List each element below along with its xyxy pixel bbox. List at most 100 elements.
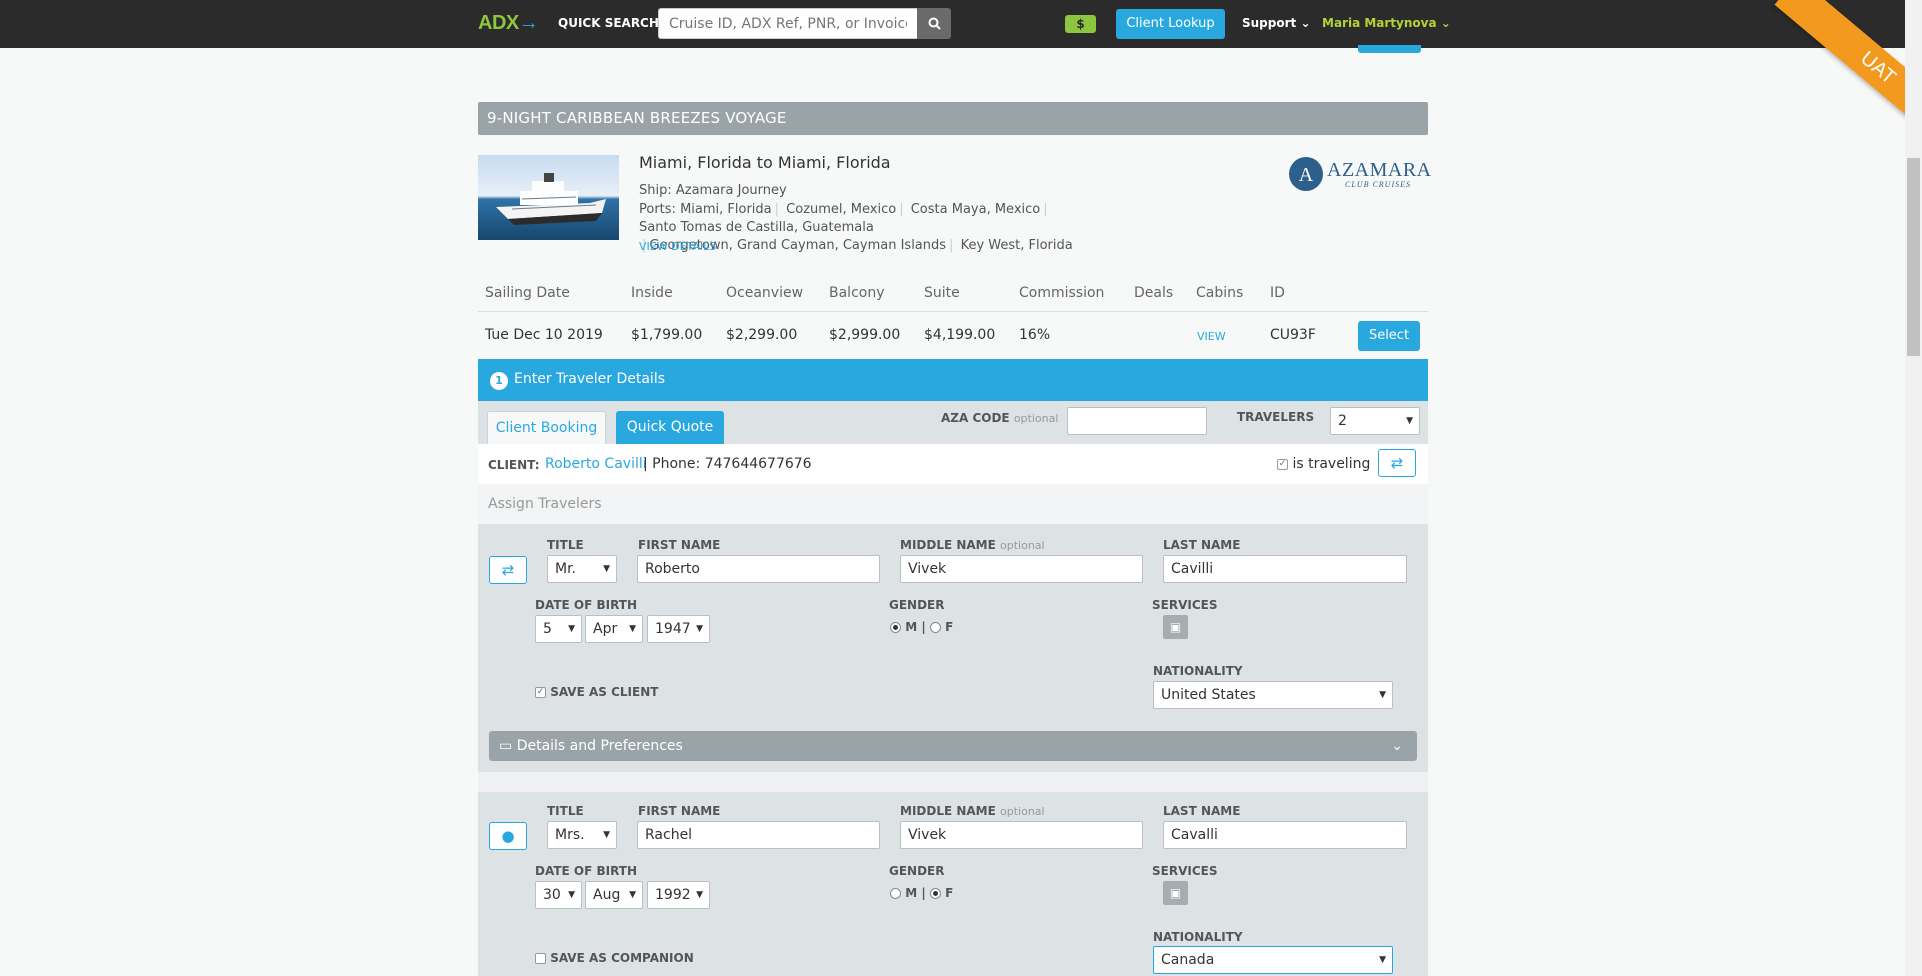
gender-f-radio[interactable] (929, 622, 941, 633)
last-name-label: LAST NAME (1163, 804, 1241, 818)
column-header: Suite (924, 285, 960, 301)
dob-year-select[interactable]: 1992 ▼ (647, 881, 710, 909)
adx-logo[interactable]: ADX→ (478, 12, 539, 35)
dob-day-select[interactable]: 5 ▼ (535, 615, 582, 643)
traveler-separator (478, 772, 1428, 792)
search-icon (928, 17, 941, 30)
uat-label: UAT (1774, 0, 1905, 159)
tab-client-booking[interactable]: Client Booking (487, 411, 606, 444)
middle-name-label: MIDDLE NAME optional (900, 804, 1045, 818)
title-select[interactable]: Mr. ▼ (547, 555, 617, 583)
gender-f-radio[interactable] (929, 888, 941, 899)
client-label: CLIENT: (488, 458, 540, 472)
cabins-view-link[interactable]: VIEW (1197, 330, 1226, 343)
swap-client-button[interactable]: ⇄ (1378, 449, 1416, 477)
briefcase-icon: ▣ (1169, 620, 1182, 634)
last-name-input[interactable]: Cavilli (1163, 555, 1407, 583)
travelers-label: TRAVELERS (1237, 410, 1315, 424)
first-name-input[interactable]: Rachel (637, 821, 880, 849)
ports-list: Ports: Miami, Florida | Cozumel, Mexico | … (639, 202, 1073, 253)
brand-sub: CLUB CRUISES (1345, 180, 1411, 189)
view-details-link[interactable]: VIEW DETAILS (639, 240, 716, 253)
ship-name: Ship: Azamara Journey (639, 183, 787, 198)
ports-label: Ports: (639, 202, 676, 217)
services-label: SERVICES (1152, 598, 1218, 612)
dob-label: DATE OF BIRTH (535, 864, 637, 878)
cruise-id: CU93F (1270, 327, 1316, 343)
user-icon: ● (501, 827, 515, 845)
checkbox-unchecked[interactable] (535, 953, 546, 964)
column-header: Oceanview (726, 285, 804, 301)
column-header: Commission (1019, 285, 1105, 301)
swap-icon: ⇄ (501, 561, 515, 579)
assign-travelers: Assign Travelers (478, 484, 1428, 524)
nationality-select[interactable]: United States ▼ (1153, 681, 1393, 709)
folder-icon: ▭ (499, 738, 513, 754)
chevron-down-icon: ⌄ (1440, 16, 1451, 30)
save-as-client-checkbox[interactable]: ✓ SAVE AS CLIENT (535, 685, 658, 699)
gender-radio-group[interactable]: M | F (890, 620, 953, 634)
gender-label: GENDER (889, 864, 945, 878)
search-button[interactable] (917, 8, 951, 39)
services-button[interactable]: ▣ (1163, 615, 1188, 639)
logo-arrow-icon: → (518, 12, 539, 34)
azamara-logo: A AZAMARA CLUB CRUISES (1287, 155, 1431, 193)
quick-search-label: QUICK SEARCH (558, 16, 659, 30)
title-select[interactable]: Mrs. ▼ (547, 821, 617, 849)
port-item: Miami, Florida (680, 202, 772, 217)
services-button[interactable]: ▣ (1163, 881, 1188, 905)
gender-m-radio[interactable] (890, 622, 901, 633)
gender-radio-group[interactable]: M | F (890, 886, 953, 900)
is-traveling-checkbox[interactable]: ✓ is traveling (1277, 456, 1370, 472)
aza-code-input[interactable] (1067, 407, 1207, 435)
nationality-select[interactable]: Canada ▼ (1153, 946, 1393, 974)
dob-year-select[interactable]: 1947 ▼ (647, 615, 710, 643)
first-name-label: FIRST NAME (638, 804, 721, 818)
first-name-input[interactable]: Roberto (637, 555, 880, 583)
last-name-input[interactable]: Cavalli (1163, 821, 1407, 849)
select-sailing-button[interactable]: Select (1358, 321, 1420, 351)
port-item: Santo Tomas de Castilla, Guatemala (639, 220, 874, 235)
tab-quick-quote[interactable]: Quick Quote (616, 411, 724, 444)
scrollbar[interactable] (1905, 0, 1922, 976)
dob-month-select[interactable]: Apr ▼ (585, 615, 643, 643)
partial-button[interactable] (1358, 45, 1421, 53)
user-menu[interactable]: Maria Martynova ⌄ (1322, 16, 1451, 30)
checkbox-checked[interactable]: ✓ (535, 687, 546, 698)
client-phone: | Phone: 747644677676 (643, 456, 812, 472)
client-lookup-button[interactable]: Client Lookup (1116, 9, 1225, 39)
middle-name-input[interactable]: Vivek (900, 821, 1143, 849)
quick-search-input[interactable] (658, 8, 918, 39)
nationality-label: NATIONALITY (1153, 664, 1243, 678)
details-preferences-bar[interactable]: ▭ Details and Preferences ⌄ (489, 731, 1417, 761)
scrollbar-thumb[interactable] (1907, 158, 1920, 356)
dob-month-select[interactable]: Aug ▼ (585, 881, 643, 909)
column-header: Balcony (829, 285, 885, 301)
checkbox-checked[interactable]: ✓ (1277, 458, 1288, 470)
first-name-label: FIRST NAME (638, 538, 721, 552)
step-number: 1 (490, 372, 508, 390)
dob-day-select[interactable]: 30 ▼ (535, 881, 582, 909)
title-label: TITLE (547, 538, 584, 552)
step-label: Enter Traveler Details (514, 371, 665, 387)
column-header: ID (1270, 285, 1285, 301)
chevron-down-icon: ⌄ (1391, 738, 1403, 754)
client-name-link[interactable]: Roberto Cavilli (545, 456, 647, 472)
swap-traveler-button[interactable]: ⇄ (489, 556, 527, 584)
divider (478, 311, 1428, 312)
nationality-label: NATIONALITY (1153, 930, 1243, 944)
gender-m-radio[interactable] (890, 888, 901, 899)
column-header: Deals (1134, 285, 1174, 301)
traveler-companion-button[interactable]: ● (489, 822, 527, 850)
save-as-companion-checkbox[interactable]: SAVE AS COMPANION (535, 951, 694, 965)
support-menu[interactable]: Support ⌄ (1242, 16, 1311, 30)
sailing-date: Tue Dec 10 2019 (485, 327, 603, 343)
travelers-select[interactable]: 2 ▼ (1330, 407, 1420, 435)
column-header: Sailing Date (485, 285, 570, 301)
top-navbar (0, 0, 1905, 48)
middle-name-input[interactable]: Vivek (900, 555, 1143, 583)
port-item: Costa Maya, Mexico (910, 202, 1041, 217)
services-label: SERVICES (1152, 864, 1218, 878)
dollar-badge[interactable]: $ (1065, 15, 1096, 33)
middle-name-label: MIDDLE NAME optional (900, 538, 1045, 552)
